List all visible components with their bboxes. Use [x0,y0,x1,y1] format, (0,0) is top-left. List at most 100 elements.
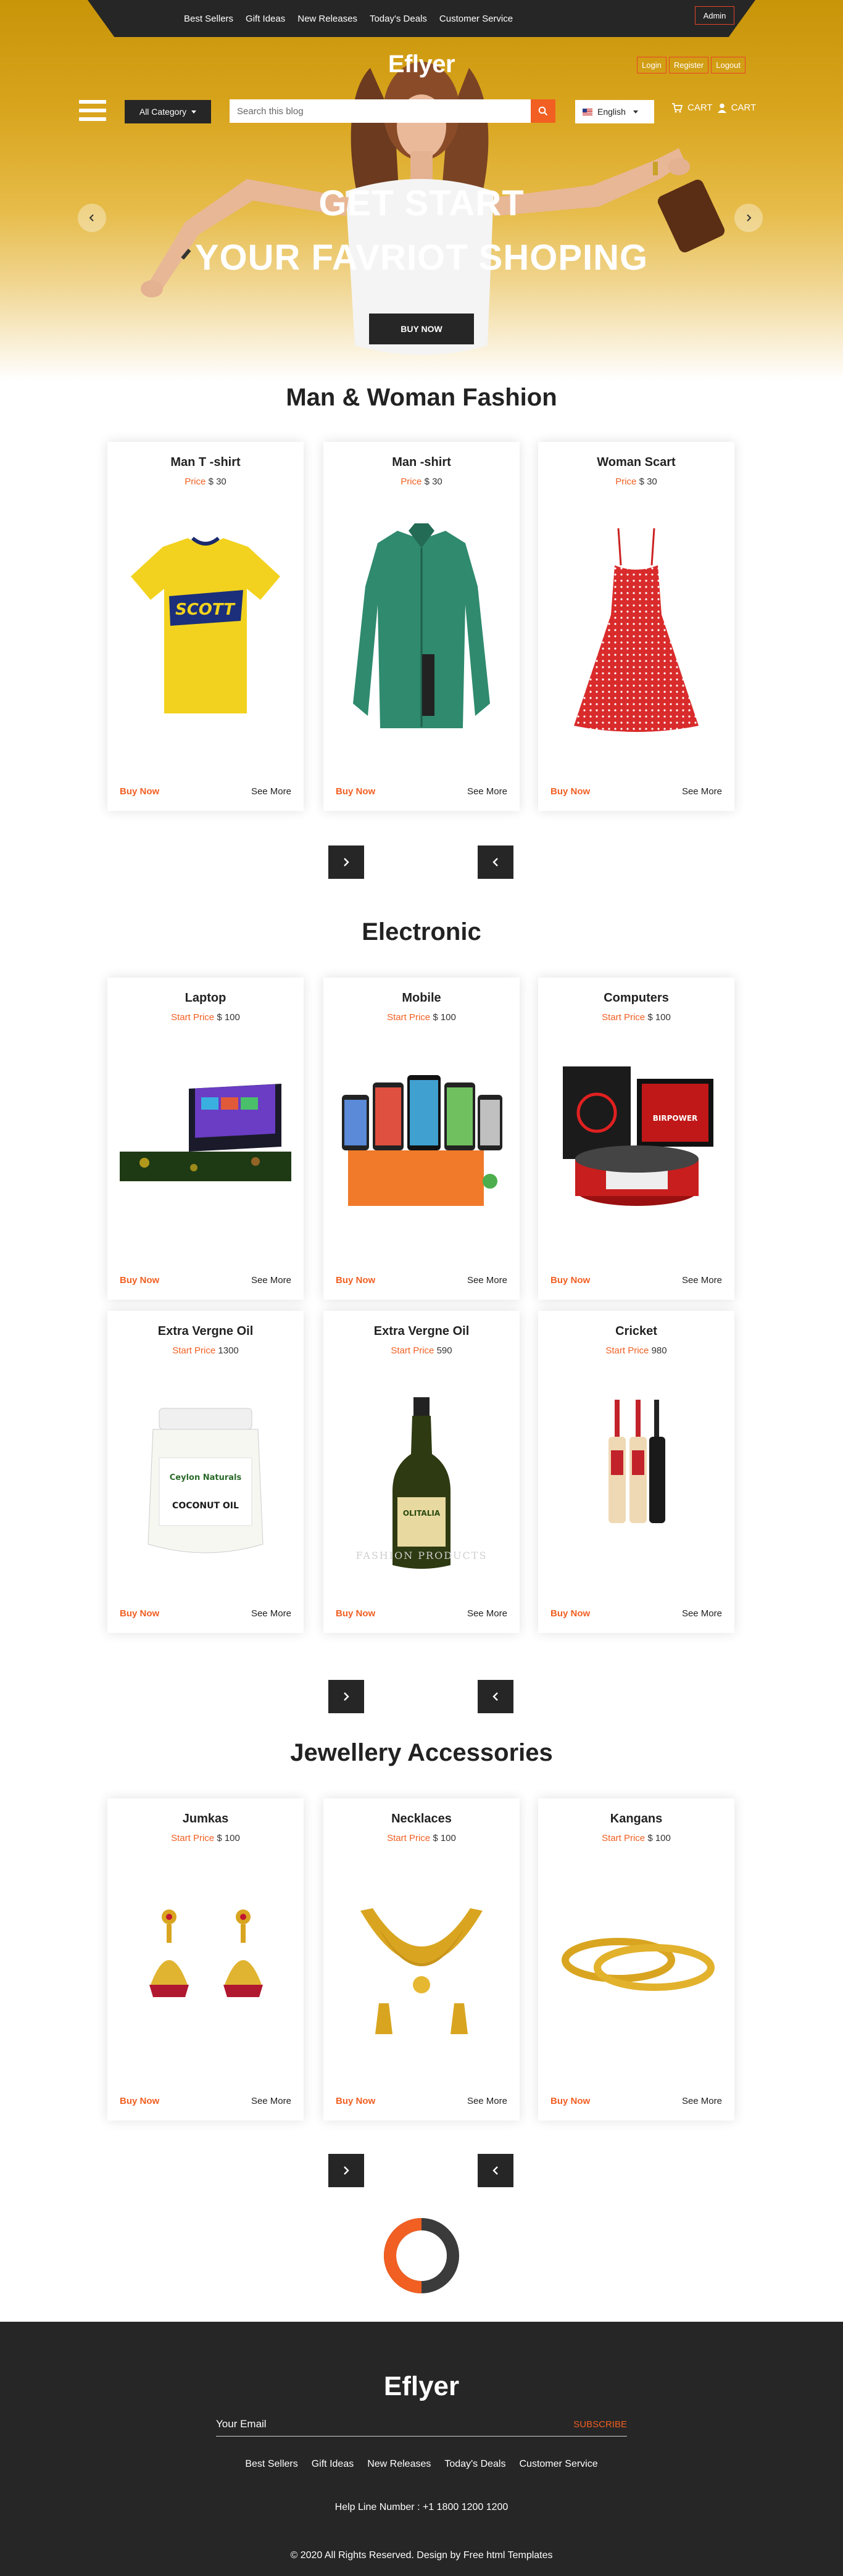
svg-text:COCONUT OIL: COCONUT OIL [172,1501,239,1511]
product-price: Start Price $ 100 [602,1012,671,1023]
register-button[interactable]: Register [668,57,709,73]
footer-logo[interactable]: Eflyer [0,2371,843,2402]
buy-now-link[interactable]: Buy Now [550,1608,590,1619]
cart-area: CART CART [671,102,756,113]
product-card: Jumkas Start Price $ 100 Buy Now See Mor… [107,1798,304,2121]
user-icon[interactable] [717,103,726,113]
logout-button[interactable]: Logout [711,57,745,73]
carousel-next-button[interactable] [328,2154,364,2187]
see-more-link[interactable]: See More [682,786,722,797]
chevron-down-icon [191,110,197,114]
language-selector[interactable]: English [575,100,654,123]
buy-now-link[interactable]: Buy Now [120,786,159,797]
cart-icon[interactable] [671,102,683,113]
olive-oil-bottle-image: OLITALIA FASHION PRODUCTS [356,1397,488,1569]
footer-nav-gift-ideas[interactable]: Gift Ideas [312,2459,354,2470]
admin-button[interactable]: Admin [695,6,734,25]
see-more-link[interactable]: See More [682,2096,722,2106]
hero-heading-line1: GET START [318,183,525,223]
language-label: English [597,107,626,117]
buy-now-link[interactable]: Buy Now [120,2096,159,2106]
nav-gift-ideas[interactable]: Gift Ideas [246,14,285,24]
buy-now-link[interactable]: Buy Now [120,1275,159,1286]
product-price: Start Price $ 100 [387,1833,456,1843]
mobiles-image [342,1075,502,1206]
carousel-prev-button[interactable] [478,2154,513,2187]
product-price: Price $ 30 [401,476,442,487]
buy-now-link[interactable]: Buy Now [336,1608,375,1619]
see-more-link[interactable]: See More [467,2096,507,2106]
carousel-next-button[interactable] [328,1680,364,1713]
laptop-image [120,1084,291,1181]
chevron-left-icon [492,1692,498,1701]
hero-buy-now-button[interactable]: BUY NOW [369,314,474,344]
green-shirt-image [353,523,490,728]
buy-now-link[interactable]: Buy Now [336,1275,375,1286]
product-price: Start Price $ 100 [171,1833,240,1843]
search-input[interactable] [230,99,531,123]
footer-nav: Best Sellers Gift Ideas New Releases Tod… [0,2459,843,2470]
see-more-link[interactable]: See More [467,786,507,797]
nav-customer-service[interactable]: Customer Service [439,14,513,24]
see-more-link[interactable]: See More [251,2096,291,2106]
carousel-next-button[interactable] [328,846,364,879]
cricket-bats-image [608,1400,665,1523]
nav-best-sellers[interactable]: Best Sellers [184,14,233,24]
buy-now-link[interactable]: Buy Now [120,1608,159,1619]
see-more-link[interactable]: See More [467,1608,507,1619]
flag-icon [583,108,592,115]
product-price: Start Price $ 100 [171,1012,240,1023]
chevron-right-icon [344,1692,349,1701]
buy-now-link[interactable]: Buy Now [336,2096,375,2106]
nav-todays-deals[interactable]: Today's Deals [370,14,427,24]
buy-now-link[interactable]: Buy Now [550,786,590,797]
carousel-prev-button[interactable] [478,1680,513,1713]
loader-ring-icon [384,2218,459,2293]
search-icon [538,106,548,116]
product-card: Man T -shirt Price $ 30 SCOTT Buy Now Se… [107,442,304,811]
product-name: Laptop [185,991,226,1005]
product-name: Kangans [610,1812,663,1826]
see-more-link[interactable]: See More [467,1275,507,1286]
bangles-image [562,1938,715,1991]
footer-nav-new-releases[interactable]: New Releases [367,2459,431,2470]
see-more-link[interactable]: See More [251,1275,291,1286]
product-price: Start Price $ 100 [387,1012,456,1023]
cart-link-2[interactable]: CART [731,102,757,113]
carousel-prev-button[interactable] [478,846,513,879]
svg-text:OLITALIA: OLITALIA [403,1509,441,1518]
buy-now-link[interactable]: Buy Now [550,1275,590,1286]
copyright: © 2020 All Rights Reserved. Design by Fr… [290,2550,553,2561]
see-more-link[interactable]: See More [682,1608,722,1619]
product-card: Extra Vergne Oil Start Price 590 OLITALI… [323,1311,520,1633]
see-more-link[interactable]: See More [682,1275,722,1286]
footer: Eflyer SUBSCRIBE Best Sellers Gift Ideas… [0,2322,843,2576]
search-button[interactable] [531,99,555,123]
see-more-link[interactable]: See More [251,786,291,797]
product-name: Man T -shirt [170,455,241,469]
product-card: Extra Vergne Oil Start Price 1300 Ceylon… [107,1311,304,1633]
product-name: Computers [604,991,669,1005]
category-dropdown[interactable]: All Category [125,100,211,123]
buy-now-link[interactable]: Buy Now [550,2096,590,2106]
footer-nav-best-sellers[interactable]: Best Sellers [245,2459,297,2470]
footer-nav-customer-service[interactable]: Customer Service [519,2459,597,2470]
buy-now-link[interactable]: Buy Now [336,786,375,797]
category-label: All Category [139,107,187,117]
chevron-left-icon [492,858,498,866]
cart-link[interactable]: CART [687,102,713,113]
product-price: Price $ 30 [615,476,657,487]
product-card: Computers Start Price $ 100 BIRPOWER Buy… [538,978,734,1300]
menu-icon[interactable] [79,100,106,121]
earrings-image [149,1909,263,1997]
coconut-oil-jar-image: Ceylon Naturals COCONUT OIL [147,1408,264,1553]
see-more-link[interactable]: See More [251,1608,291,1619]
footer-nav-todays-deals[interactable]: Today's Deals [444,2459,505,2470]
product-card: Man -shirt Price $ 30 Buy Now See More [323,442,520,811]
subscribe-button[interactable]: SUBSCRIBE [573,2419,627,2430]
product-price: Start Price 590 [391,1345,452,1356]
nav-new-releases[interactable]: New Releases [297,14,357,24]
svg-text:FASHION PRODUCTS: FASHION PRODUCTS [356,1550,488,1561]
email-input[interactable] [216,2413,512,2435]
login-button[interactable]: Login [637,57,667,73]
